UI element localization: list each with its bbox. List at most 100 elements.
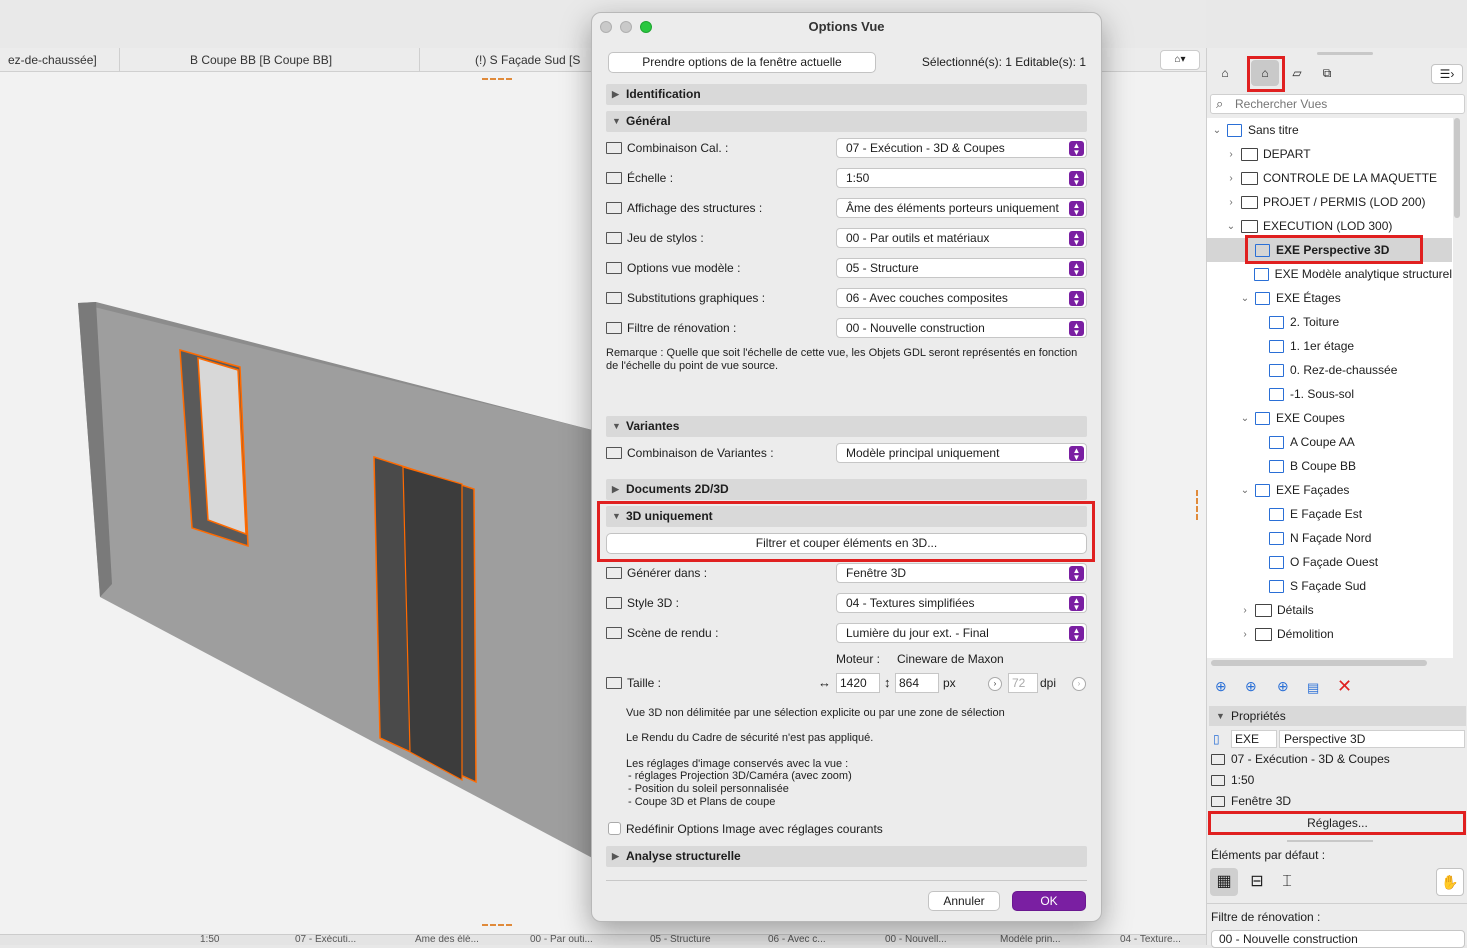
status-renovation[interactable]: 00 - Nouvell... <box>885 935 947 945</box>
tree-item[interactable]: EXE Modèle analytique structurel <box>1207 262 1452 286</box>
section-documents[interactable]: ▶ Documents 2D/3D <box>606 479 1087 500</box>
tree-item[interactable]: O Façade Ouest <box>1207 550 1452 574</box>
tree-item[interactable]: 0. Rez-de-chaussée <box>1207 358 1452 382</box>
renovation-select[interactable]: 00 - Nouvelle construction <box>1211 930 1465 948</box>
redefine-checkbox[interactable] <box>608 822 621 835</box>
tree-vscrollbar[interactable] <box>1454 118 1460 218</box>
tree-item[interactable]: S Façade Sud <box>1207 574 1452 598</box>
select-3d[interactable]: Fenêtre 3D ▲ ▼ <box>836 563 1087 583</box>
status-3d-style[interactable]: 04 - Texture... <box>1120 935 1181 945</box>
delete-icon[interactable]: ✕ <box>1337 676 1352 697</box>
width-field[interactable]: 1420 <box>836 673 880 693</box>
take-options-button[interactable]: Prendre options de la fenêtre actuelle <box>608 52 876 73</box>
tree-root[interactable]: ⌄ Sans titre <box>1207 118 1452 142</box>
slab-tool-icon[interactable]: ⊟ <box>1243 868 1271 896</box>
tab-rez-de-chaussee[interactable]: ez-de-chaussée] <box>0 48 120 72</box>
status-pens[interactable]: 00 - Par outi... <box>530 935 593 945</box>
status-overrides[interactable]: 06 - Avec c... <box>768 935 826 945</box>
chevron-right-icon[interactable]: › <box>1225 197 1237 208</box>
section-identification[interactable]: ▶ Identification <box>606 84 1087 105</box>
general-select[interactable]: 06 - Avec couches composites ▲ ▼ <box>836 288 1087 308</box>
cancel-button[interactable]: Annuler <box>928 891 1000 911</box>
chevron-right-icon[interactable]: › <box>1225 149 1237 160</box>
tree-item[interactable]: 1. 1er étage <box>1207 334 1452 358</box>
general-select[interactable]: 00 - Nouvelle construction ▲ ▼ <box>836 318 1087 338</box>
properties-header[interactable]: ▼ Propriétés <box>1209 706 1466 726</box>
tab-coupe-bb[interactable]: B Coupe BB [B Coupe BB] <box>120 48 420 72</box>
chevron-down-icon[interactable]: ⌄ <box>1239 485 1251 496</box>
chevron-right-icon[interactable]: › <box>988 677 1002 691</box>
project-map-icon[interactable]: ⌂ <box>1211 60 1239 86</box>
hand-icon[interactable]: ✋ <box>1436 868 1464 896</box>
highlight-view-map <box>1247 56 1285 92</box>
section-variantes[interactable]: ▼ Variantes <box>606 416 1087 437</box>
tree-label: DEPART <box>1263 147 1311 161</box>
tree-item[interactable]: E Façade Est <box>1207 502 1452 526</box>
tree-item[interactable]: › CONTROLE DE LA MAQUETTE <box>1207 166 1452 190</box>
minimize-window-button[interactable] <box>620 21 632 33</box>
tab-facade-sud[interactable]: (!) S Façade Sud [S <box>420 48 600 72</box>
new-view-icon[interactable]: ⊕ <box>1215 678 1227 695</box>
tree-hscrollbar[interactable] <box>1211 660 1427 666</box>
close-window-button[interactable] <box>600 21 612 33</box>
tree-item[interactable]: B Coupe BB <box>1207 454 1452 478</box>
general-select[interactable]: 00 - Par outils et matériaux ▲ ▼ <box>836 228 1087 248</box>
height-field[interactable]: 864 <box>895 673 939 693</box>
view-name-field[interactable]: Perspective 3D <box>1279 730 1465 748</box>
general-select[interactable]: Âme des éléments porteurs uniquement ▲ ▼ <box>836 198 1087 218</box>
chevron-right-icon[interactable]: › <box>1239 629 1251 640</box>
tree-item[interactable]: ⌄ EXE Coupes <box>1207 406 1452 430</box>
general-row: Substitutions graphiques : <box>606 287 765 309</box>
status-model-view[interactable]: 05 - Structure <box>650 935 711 945</box>
menu-icon[interactable]: ☰› <box>1431 64 1463 84</box>
chevron-down-icon[interactable]: ⌄ <box>1239 413 1251 424</box>
tree-item[interactable]: › PROJET / PERMIS (LOD 200) <box>1207 190 1452 214</box>
view-icon <box>1269 459 1284 473</box>
tree-item[interactable]: -1. Sous-sol <box>1207 382 1452 406</box>
view-id-field[interactable]: EXE <box>1231 730 1277 748</box>
status-scale[interactable]: 1:50 <box>200 935 219 945</box>
chevron-right-icon[interactable]: › <box>1225 173 1237 184</box>
chevron-down-icon[interactable]: ⌄ <box>1225 221 1237 232</box>
chevron-down-icon[interactable]: ⌄ <box>1239 293 1251 304</box>
tree-item[interactable]: 2. Toiture <box>1207 310 1452 334</box>
wall-tool-icon[interactable]: ▦ <box>1210 868 1238 896</box>
section-general[interactable]: ▼ Général <box>606 111 1087 132</box>
tree-item[interactable]: ⌄ EXE Étages <box>1207 286 1452 310</box>
select-3d[interactable]: Lumière du jour ext. - Final ▲ ▼ <box>836 623 1087 643</box>
tree-item[interactable]: A Coupe AA <box>1207 430 1452 454</box>
general-select[interactable]: 07 - Exécution - 3D & Coupes ▲ ▼ <box>836 138 1087 158</box>
status-variants[interactable]: Modèle prin... <box>1000 935 1061 945</box>
tree-item[interactable]: ⌄ EXE Façades <box>1207 478 1452 502</box>
general-select[interactable]: 1:50 ▲ ▼ <box>836 168 1087 188</box>
ok-button[interactable]: OK <box>1012 891 1086 911</box>
tree-item[interactable]: › DEPART <box>1207 142 1452 166</box>
row-label: Scène de rendu : <box>627 626 719 640</box>
variant-select[interactable]: Modèle principal uniquement ▲ ▼ <box>836 443 1087 463</box>
zoom-window-button[interactable] <box>640 21 652 33</box>
tree-label: Démolition <box>1277 627 1334 641</box>
status-structure[interactable]: Âme des élé... <box>415 935 479 945</box>
column-tool-icon[interactable]: ⌶ <box>1273 868 1301 896</box>
tree-item[interactable]: › Détails <box>1207 598 1452 622</box>
status-layer-combo[interactable]: 07 - Exécuti... <box>295 935 356 945</box>
search-views-field[interactable]: ⌕ <box>1210 94 1465 114</box>
chevron-down-icon[interactable]: ⌄ <box>1211 125 1223 136</box>
general-select[interactable]: 05 - Structure ▲ ▼ <box>836 258 1087 278</box>
view-switcher-icon[interactable]: ⌂▾ <box>1160 50 1200 70</box>
new-folder-icon[interactable]: ⊕ <box>1277 678 1289 695</box>
section-analyse[interactable]: ▶ Analyse structurelle <box>606 846 1087 867</box>
dialog-title: Options Vue <box>808 19 885 34</box>
tree-item[interactable]: › Démolition <box>1207 622 1452 646</box>
updown-arrow-icon: ▲ ▼ <box>1069 201 1084 217</box>
layout-book-icon[interactable]: ▱ <box>1283 60 1311 86</box>
search-input[interactable] <box>1235 96 1455 112</box>
folder-icon <box>1241 171 1258 185</box>
clone-view-icon[interactable]: ⊕ <box>1245 678 1257 695</box>
select-3d[interactable]: 04 - Textures simplifiées ▲ ▼ <box>836 593 1087 613</box>
publisher-icon[interactable]: ⧉ <box>1313 60 1341 86</box>
chevron-right-icon[interactable]: › <box>1239 605 1251 616</box>
properties-icon[interactable]: ▤ <box>1307 680 1319 696</box>
tree-label: B Coupe BB <box>1290 459 1357 473</box>
tree-item[interactable]: N Façade Nord <box>1207 526 1452 550</box>
